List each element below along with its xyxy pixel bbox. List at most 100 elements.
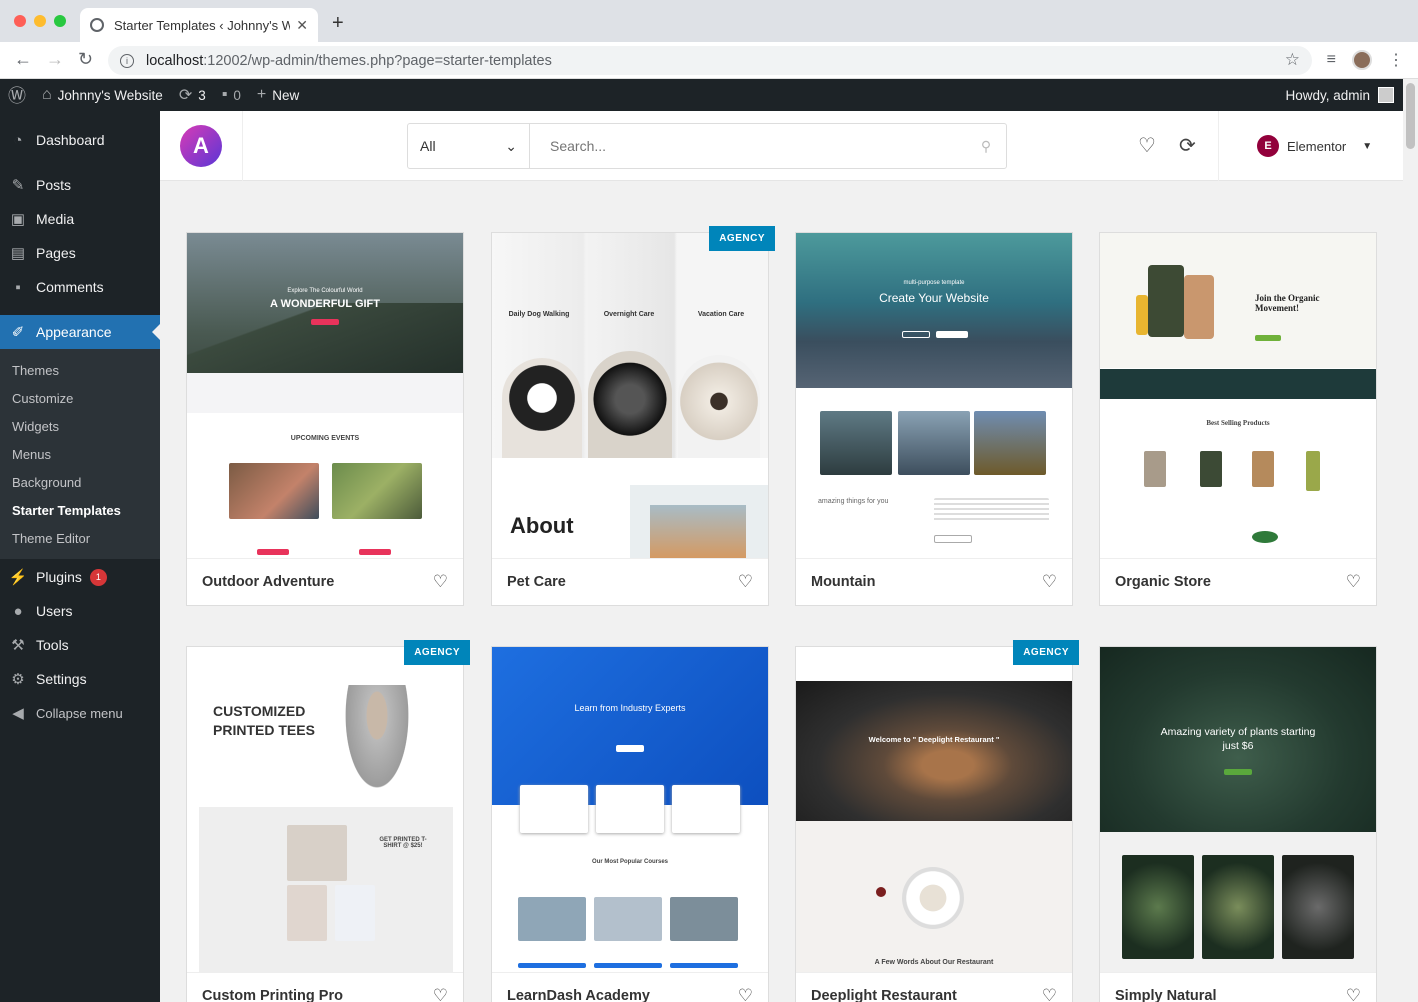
back-icon[interactable]: ← bbox=[14, 49, 32, 70]
address-bar[interactable]: i localhost:12002/wp-admin/themes.php?pa… bbox=[108, 46, 1312, 75]
browser-menu-icon[interactable]: ⋮ bbox=[1388, 50, 1404, 70]
favorite-heart-icon[interactable]: ♡ bbox=[1042, 986, 1057, 1002]
template-card-learndash-academy[interactable]: Learn from Industry Experts Our Most Pop… bbox=[491, 646, 769, 1002]
thumb-headline: Welcome to " Deeplight Restaurant " bbox=[868, 734, 1000, 744]
page-scrollbar[interactable] bbox=[1403, 79, 1418, 1002]
agency-badge: AGENCY bbox=[1013, 640, 1079, 665]
favorites-heart-icon[interactable]: ♡ bbox=[1138, 133, 1156, 158]
active-arrow bbox=[152, 324, 160, 340]
page-builder-select[interactable]: E Elementor ▼ bbox=[1218, 111, 1403, 181]
thumb-section: UPCOMING EVENTS bbox=[290, 435, 360, 442]
template-title: Custom Printing Pro bbox=[202, 988, 343, 1002]
submenu-widgets[interactable]: Widgets bbox=[12, 419, 59, 434]
thumb-col1: Daily Dog Walking bbox=[508, 311, 570, 318]
bookmark-star-icon[interactable]: ☆ bbox=[1285, 50, 1300, 70]
settings-icon: ⚙ bbox=[11, 671, 25, 688]
filter-value: All bbox=[420, 138, 436, 154]
wp-admin-bar: Ⓦ ⌂ Johnny's Website ⟳ 3 ▪ 0 + New Howdy… bbox=[0, 79, 1418, 111]
template-thumbnail[interactable]: CUSTOMIZED PRINTED TEES GET PRINTED T-SH… bbox=[187, 647, 463, 972]
wordpress-logo-button[interactable]: Ⓦ bbox=[0, 79, 34, 111]
menu-tools[interactable]: ⚒ Tools bbox=[0, 628, 160, 662]
template-thumbnail[interactable]: Welcome to " Deeplight Restaurant " A Fe… bbox=[796, 647, 1072, 972]
favorite-heart-icon[interactable]: ♡ bbox=[1346, 572, 1361, 592]
template-title: LearnDash Academy bbox=[507, 988, 650, 1002]
forward-icon[interactable]: → bbox=[46, 49, 64, 70]
template-thumbnail[interactable]: Explore The Colourful World A WONDERFUL … bbox=[187, 233, 463, 558]
favorite-heart-icon[interactable]: ♡ bbox=[433, 986, 448, 1002]
menu-comments[interactable]: ▪ Comments bbox=[0, 270, 160, 304]
reading-list-icon[interactable]: ≡ bbox=[1327, 51, 1336, 69]
new-content-link[interactable]: + New bbox=[249, 79, 307, 111]
menu-media[interactable]: ▣ Media bbox=[0, 202, 160, 236]
account-menu[interactable]: Howdy, admin bbox=[1285, 79, 1394, 111]
menu-plugins[interactable]: ⚡ Plugins 1 bbox=[0, 560, 160, 594]
submenu-customize[interactable]: Customize bbox=[12, 391, 73, 406]
favorite-heart-icon[interactable]: ♡ bbox=[1346, 986, 1361, 1002]
browser-tab[interactable]: Starter Templates ‹ Johnny's W ✕ bbox=[80, 8, 318, 42]
template-thumbnail[interactable]: Amazing variety of plants starting just … bbox=[1100, 647, 1376, 972]
favorite-heart-icon[interactable]: ♡ bbox=[738, 986, 753, 1002]
comments-link[interactable]: ▪ 0 bbox=[214, 79, 249, 111]
menu-appearance[interactable]: ✐ Appearance bbox=[0, 315, 160, 349]
menu-label: Comments bbox=[36, 279, 104, 295]
menu-label: Appearance bbox=[36, 324, 112, 340]
starter-templates-page: A All ⌄ ⚲ ♡ ⟳ E Elementor ▼ Explore The … bbox=[160, 111, 1403, 1002]
site-info-icon[interactable]: i bbox=[120, 53, 134, 68]
template-thumbnail[interactable]: Daily Dog Walking Overnight Care Vacatio… bbox=[492, 233, 768, 558]
menu-posts[interactable]: ✎ Posts bbox=[0, 168, 160, 202]
template-card-pet-care[interactable]: AGENCY Daily Dog Walking Overnight Care … bbox=[491, 226, 775, 606]
wordpress-icon: Ⓦ bbox=[8, 86, 26, 106]
browser-toolbar: ← → ↻ i localhost:12002/wp-admin/themes.… bbox=[0, 42, 1418, 79]
menu-settings[interactable]: ⚙ Settings bbox=[0, 662, 160, 696]
menu-users[interactable]: ● Users bbox=[0, 594, 160, 628]
template-card-simply-natural[interactable]: Amazing variety of plants starting just … bbox=[1099, 646, 1377, 1002]
maximize-window-button[interactable] bbox=[54, 15, 66, 27]
minimize-window-button[interactable] bbox=[34, 15, 46, 27]
submenu-menus[interactable]: Menus bbox=[12, 447, 51, 462]
template-title: Deeplight Restaurant bbox=[811, 988, 957, 1002]
new-tab-button[interactable]: + bbox=[332, 12, 344, 35]
template-card-organic-store[interactable]: Join the Organic Movement! Best Selling … bbox=[1099, 232, 1377, 606]
templates-header: A All ⌄ ⚲ ♡ ⟳ E Elementor ▼ bbox=[160, 111, 1403, 181]
close-tab-icon[interactable]: ✕ bbox=[296, 17, 308, 34]
collapse-menu-button[interactable]: ◀ Collapse menu bbox=[0, 696, 160, 730]
favorite-heart-icon[interactable]: ♡ bbox=[433, 572, 448, 592]
menu-dashboard[interactable]: ◔ Dashboard bbox=[0, 123, 160, 157]
scrollbar-thumb[interactable] bbox=[1406, 83, 1415, 149]
user-avatar bbox=[1378, 87, 1394, 103]
howdy-text: Howdy, admin bbox=[1285, 87, 1370, 103]
submenu-themes[interactable]: Themes bbox=[12, 363, 59, 378]
submenu-theme-editor[interactable]: Theme Editor bbox=[12, 531, 90, 546]
astra-logo-link[interactable]: A bbox=[160, 111, 243, 181]
template-card-mountain[interactable]: multi-purpose template Create Your Websi… bbox=[795, 232, 1073, 606]
updates-icon: ⟳ bbox=[178, 87, 193, 104]
comment-icon: ▪ bbox=[15, 278, 21, 296]
paintbrush-icon: ✐ bbox=[11, 324, 25, 341]
favorite-heart-icon[interactable]: ♡ bbox=[738, 572, 753, 592]
thumb-section: Our Most Popular Courses bbox=[591, 859, 668, 865]
favorite-heart-icon[interactable]: ♡ bbox=[1042, 572, 1057, 592]
search-input[interactable] bbox=[530, 124, 966, 168]
submenu-starter-templates[interactable]: Starter Templates bbox=[12, 503, 121, 518]
submenu-background[interactable]: Background bbox=[12, 475, 81, 490]
site-name-link[interactable]: ⌂ Johnny's Website bbox=[34, 79, 171, 111]
plugin-icon: ⚡ bbox=[8, 569, 28, 586]
menu-pages[interactable]: ▤ Pages bbox=[0, 236, 160, 270]
sync-icon[interactable]: ⟳ bbox=[1179, 133, 1196, 158]
updates-link[interactable]: ⟳ 3 bbox=[171, 79, 214, 111]
template-thumbnail[interactable]: Learn from Industry Experts Our Most Pop… bbox=[492, 647, 768, 972]
profile-avatar[interactable] bbox=[1352, 50, 1372, 70]
template-card-deeplight-restaurant[interactable]: AGENCY Welcome to " Deeplight Restaurant… bbox=[795, 640, 1079, 1002]
reload-icon[interactable]: ↻ bbox=[78, 49, 93, 70]
close-window-button[interactable] bbox=[14, 15, 26, 27]
category-filter-select[interactable]: All ⌄ bbox=[408, 124, 530, 168]
globe-icon bbox=[90, 18, 104, 32]
template-title: Outdoor Adventure bbox=[202, 574, 335, 590]
template-card-custom-printing-pro[interactable]: AGENCY CUSTOMIZED PRINTED TEES GET PRINT… bbox=[186, 640, 470, 1002]
template-thumbnail[interactable]: multi-purpose template Create Your Websi… bbox=[796, 233, 1072, 558]
template-thumbnail[interactable]: Join the Organic Movement! Best Selling … bbox=[1100, 233, 1376, 558]
updates-count: 3 bbox=[198, 87, 206, 103]
template-title: Pet Care bbox=[507, 574, 566, 590]
search-icon[interactable]: ⚲ bbox=[966, 124, 1006, 168]
template-card-outdoor-adventure[interactable]: Explore The Colourful World A WONDERFUL … bbox=[186, 232, 464, 606]
